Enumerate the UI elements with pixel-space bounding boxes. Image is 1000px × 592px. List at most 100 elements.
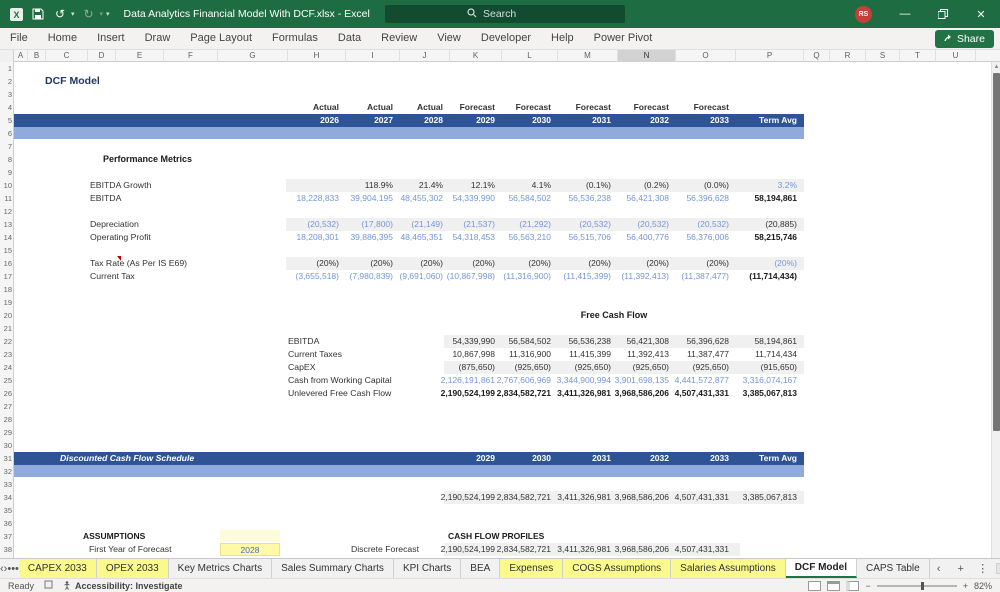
vertical-scrollbar-thumb[interactable] (993, 73, 1000, 431)
column-header-I[interactable]: I (346, 50, 400, 62)
ribbon-tab-power-pivot[interactable]: Power Pivot (584, 28, 663, 49)
row-header-14[interactable]: 14 (0, 231, 12, 244)
row-header-8[interactable]: 8 (0, 153, 12, 166)
sheet-tab-salaries-assumptions[interactable]: Salaries Assumptions (671, 559, 786, 578)
row-header-19[interactable]: 19 (0, 296, 12, 309)
row-header-38[interactable]: 38 (0, 543, 12, 556)
sheet-tab-capex-2033[interactable]: CAPEX 2033 (19, 559, 97, 578)
add-sheet-icon[interactable]: + (952, 563, 970, 575)
close-button[interactable]: ✕ (962, 0, 1000, 28)
column-header-M[interactable]: M (558, 50, 618, 62)
sheet-tab-kpi-charts[interactable]: KPI Charts (394, 559, 461, 578)
undo-dropdown-icon[interactable]: ▾ (71, 10, 75, 18)
column-header-N[interactable]: N (618, 50, 676, 62)
ribbon-tab-developer[interactable]: Developer (471, 28, 541, 49)
row-header-7[interactable]: 7 (0, 140, 12, 153)
column-header-J[interactable]: J (400, 50, 450, 62)
sheet-tab-dcf-model[interactable]: DCF Model (786, 559, 857, 578)
column-header-K[interactable]: K (450, 50, 502, 62)
column-header-T[interactable]: T (900, 50, 936, 62)
row-header-32[interactable]: 32 (0, 465, 12, 478)
row-header-18[interactable]: 18 (0, 283, 12, 296)
row-header-15[interactable]: 15 (0, 244, 12, 257)
sheet-tab-caps-table[interactable]: CAPS Table (857, 559, 930, 578)
row-header-11[interactable]: 11 (0, 192, 12, 205)
page-layout-view-icon[interactable] (827, 581, 840, 591)
grid-cell[interactable]: (20%) (720, 257, 800, 270)
customize-qat-icon[interactable]: ▾ (106, 10, 110, 18)
sheet-canvas[interactable]: DCF ModelActualActualActualForecastForec… (14, 62, 993, 558)
restore-button[interactable] (924, 0, 962, 28)
row-header-3[interactable]: 3 (0, 88, 12, 101)
ribbon-tab-help[interactable]: Help (541, 28, 584, 49)
grid-cell[interactable]: 3,316,074,167 (720, 374, 800, 387)
minimize-button[interactable]: — (886, 0, 924, 28)
row-header-20[interactable]: 20 (0, 309, 12, 322)
sheet-tab-cogs-assumptions[interactable]: COGS Assumptions (563, 559, 671, 578)
ribbon-tab-insert[interactable]: Insert (87, 28, 135, 49)
row-header-28[interactable]: 28 (0, 413, 12, 426)
row-header-13[interactable]: 13 (0, 218, 12, 231)
zoom-level[interactable]: 82% (974, 581, 992, 591)
row-header-29[interactable]: 29 (0, 426, 12, 439)
excel-app-icon[interactable]: X (8, 6, 24, 22)
undo-icon[interactable]: ↺ (52, 6, 68, 22)
accessibility-status[interactable]: Accessibility: Investigate (63, 581, 183, 591)
grid-cell[interactable]: 58,194,861 (720, 335, 800, 348)
scroll-up-icon[interactable]: ▲ (992, 62, 1000, 72)
ribbon-tab-draw[interactable]: Draw (135, 28, 181, 49)
ribbon-tab-home[interactable]: Home (38, 28, 87, 49)
zoom-out-icon[interactable]: − (865, 581, 870, 591)
column-header-D[interactable]: D (88, 50, 116, 62)
grid-cell[interactable]: 58,194,861 (720, 192, 800, 205)
page-break-view-icon[interactable] (846, 581, 859, 591)
column-header-G[interactable]: G (218, 50, 288, 62)
column-header-Q[interactable]: Q (804, 50, 830, 62)
first-year-input-cell[interactable]: 2028 (220, 543, 280, 556)
ribbon-tab-page-layout[interactable]: Page Layout (180, 28, 262, 49)
row-header-24[interactable]: 24 (0, 361, 12, 374)
column-header-F[interactable]: F (164, 50, 218, 62)
row-header-1[interactable]: 1 (0, 62, 12, 75)
column-header-L[interactable]: L (502, 50, 558, 62)
row-header-4[interactable]: 4 (0, 101, 12, 114)
ribbon-tab-data[interactable]: Data (328, 28, 371, 49)
grid-cell[interactable]: 4,507,431,331 (652, 543, 732, 556)
share-button[interactable]: Share (935, 30, 994, 48)
column-header-S[interactable]: S (866, 50, 900, 62)
row-header-9[interactable]: 9 (0, 166, 12, 179)
row-header-22[interactable]: 22 (0, 335, 12, 348)
grid-cell[interactable]: (915,650) (720, 361, 800, 374)
sheet-tab-expenses[interactable]: Expenses (500, 559, 563, 578)
tab-options-chevron-icon[interactable]: ‹ (930, 563, 948, 575)
column-header-O[interactable]: O (676, 50, 736, 62)
grid-cell[interactable]: (11,714,434) (720, 270, 800, 283)
ribbon-tab-file[interactable]: File (0, 28, 38, 49)
row-header-34[interactable]: 34 (0, 491, 12, 504)
normal-view-icon[interactable] (808, 581, 821, 591)
grid-cell[interactable]: 11,714,434 (720, 348, 800, 361)
row-header-36[interactable]: 36 (0, 517, 12, 530)
row-header-16[interactable]: 16 (0, 257, 12, 270)
column-header-H[interactable]: H (288, 50, 346, 62)
grid-cell[interactable]: Forecast (652, 101, 732, 114)
column-header-A[interactable]: A (14, 50, 28, 62)
grid-cell[interactable]: (20,885) (720, 218, 800, 231)
ribbon-tab-view[interactable]: View (427, 28, 471, 49)
row-header-33[interactable]: 33 (0, 478, 12, 491)
horizontal-scrollbar[interactable]: ◄ ► (996, 563, 1000, 574)
kebab-icon[interactable]: ⋮ (974, 562, 992, 575)
row-header-10[interactable]: 10 (0, 179, 12, 192)
select-all-corner[interactable] (0, 50, 14, 62)
macro-record-icon[interactable] (44, 580, 53, 591)
vertical-scrollbar[interactable]: ▲ (991, 62, 1000, 558)
ribbon-tab-review[interactable]: Review (371, 28, 427, 49)
row-header-35[interactable]: 35 (0, 504, 12, 517)
row-header-23[interactable]: 23 (0, 348, 12, 361)
column-header-E[interactable]: E (116, 50, 164, 62)
row-header-31[interactable]: 31 (0, 452, 12, 465)
row-header-17[interactable]: 17 (0, 270, 12, 283)
avatar[interactable]: RS (855, 6, 872, 23)
tabs-more-icon[interactable]: ••• (7, 559, 19, 578)
zoom-slider-thumb[interactable] (921, 582, 924, 590)
